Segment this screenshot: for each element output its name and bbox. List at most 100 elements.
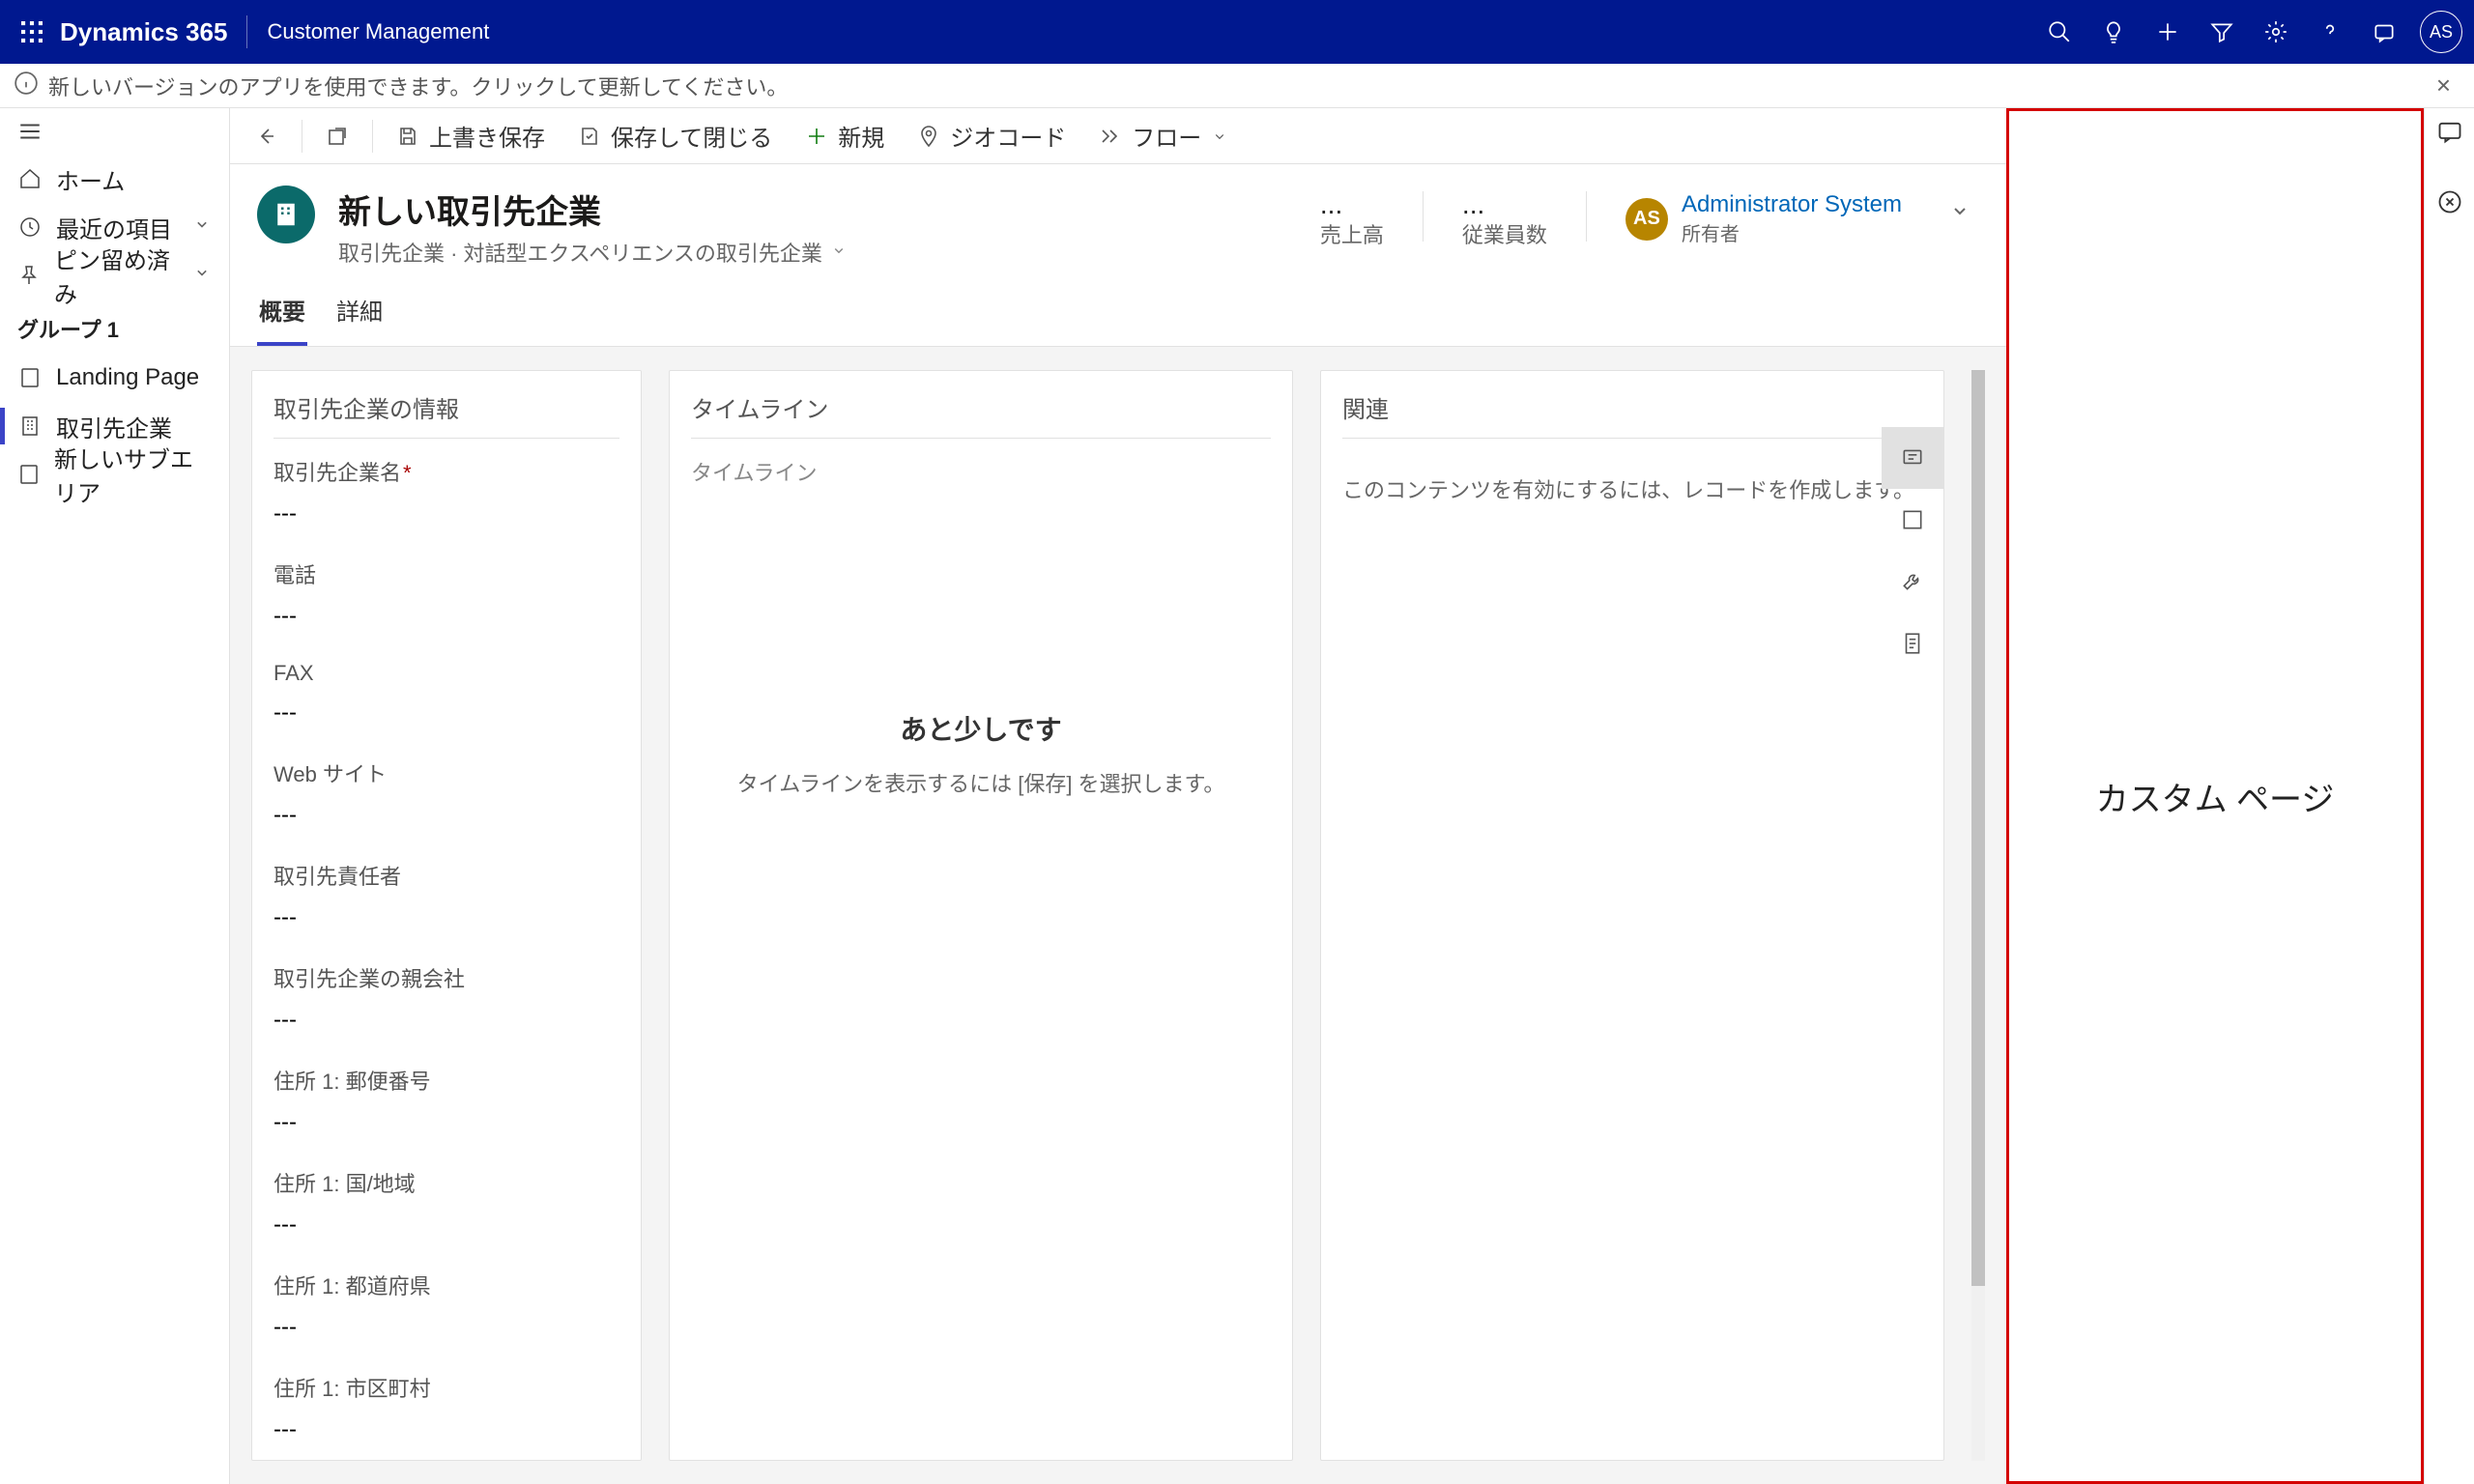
global-navbar: Dynamics 365 Customer Management AS	[0, 0, 2474, 64]
nav-label: ホーム	[56, 162, 125, 196]
rail-assistant-icon[interactable]	[1882, 427, 1943, 489]
side-pane-rail	[2424, 108, 2474, 1484]
field-value[interactable]: ---	[273, 499, 619, 529]
save-button[interactable]: 上書き保存	[383, 115, 559, 157]
form-field[interactable]: 取引先企業の親会社 ---	[273, 962, 619, 1036]
save-close-button[interactable]: 保存して閉じる	[564, 115, 786, 157]
field-value[interactable]: ---	[273, 1005, 619, 1036]
record-header: 新しい取引先企業 取引先企業 · 対話型エクスペリエンスの取引先企業 ... 売…	[230, 164, 2006, 268]
field-label: 取引先企業の親会社	[273, 962, 619, 993]
rail-wrench-icon[interactable]	[1882, 551, 1943, 613]
update-banner[interactable]: 新しいバージョンのアプリを使用できます。クリックして更新してください。 ×	[0, 64, 2474, 108]
save-close-icon	[578, 125, 601, 148]
section-title: タイムライン	[691, 390, 1271, 439]
field-value[interactable]: ---	[273, 800, 619, 831]
app-name: Customer Management	[267, 19, 489, 44]
plus-icon[interactable]	[2143, 8, 2192, 56]
expand-header-button[interactable]	[1941, 191, 1979, 235]
form-field[interactable]: 住所 1: 都道府県---	[273, 1270, 619, 1343]
custom-page-pane: カスタム ページ	[2006, 108, 2424, 1484]
nav-landing-page[interactable]: Landing Page	[0, 354, 229, 402]
app-launcher-icon[interactable]	[12, 12, 52, 52]
lightbulb-icon[interactable]	[2089, 8, 2138, 56]
form-field[interactable]: Web サイト ---	[273, 757, 619, 831]
side-pane-title: カスタム ページ	[2096, 773, 2335, 820]
field-value[interactable]: ---	[273, 601, 619, 632]
field-value[interactable]: ---	[273, 1210, 619, 1241]
nav-pinned[interactable]: ピン留め済み	[0, 251, 229, 300]
pane-close-icon[interactable]	[2436, 188, 2463, 220]
header-stat-revenue: ... 売上高	[1320, 191, 1384, 249]
field-value[interactable]: ---	[273, 1107, 619, 1138]
form-field[interactable]: FAX---	[273, 661, 619, 728]
field-label: 住所 1: 国/地域	[273, 1167, 619, 1198]
chevron-down-icon	[192, 262, 212, 289]
geocode-button[interactable]: ジオコード	[904, 115, 1079, 157]
form-field[interactable]: 取引先責任者 ---	[273, 860, 619, 933]
account-info-section: 取引先企業の情報 取引先企業名---電話---FAX---Web サイト---取…	[251, 370, 642, 1461]
scrollbar-thumb[interactable]	[1971, 370, 1985, 1286]
nav-label: 新しいサブエリア	[54, 441, 212, 508]
chevron-down-icon	[192, 214, 212, 241]
field-label: 取引先企業名	[273, 456, 619, 487]
form-field[interactable]: 住所 1: 市区町村---	[273, 1372, 619, 1445]
field-value[interactable]: ---	[273, 902, 619, 933]
tab-details[interactable]: 詳細	[334, 285, 385, 346]
rail-panel-icon[interactable]	[1882, 489, 1943, 551]
button-label: 新規	[838, 119, 884, 153]
product-brand[interactable]: Dynamics 365	[60, 17, 227, 47]
filter-icon[interactable]	[2198, 8, 2246, 56]
subtitle-text: 取引先企業 · 対話型エクスペリエンスの取引先企業	[338, 237, 822, 268]
site-map: ホーム 最近の項目 ピン留め済み グループ 1 Landing Page 取引先…	[0, 108, 230, 1484]
pane-chat-icon[interactable]	[2436, 118, 2463, 150]
timeline-empty-state: あと少しです タイムラインを表示するには [保存] を選択します。	[691, 709, 1271, 798]
flow-icon	[1099, 125, 1122, 148]
separator	[372, 120, 373, 153]
nav-home[interactable]: ホーム	[0, 155, 229, 203]
form-field[interactable]: 住所 1: 国/地域 ---	[273, 1167, 619, 1241]
divider	[246, 15, 247, 48]
building-icon	[17, 414, 43, 439]
new-button[interactable]: 新規	[791, 115, 898, 157]
nav-label: 最近の項目	[56, 211, 172, 244]
close-icon[interactable]: ×	[2427, 71, 2460, 100]
hamburger-icon[interactable]	[0, 108, 229, 155]
related-section: 関連 このコンテンツを有効にするには、レコードを作成します。	[1320, 370, 1944, 1461]
main-content: 上書き保存 保存して閉じる 新規 ジオコード フロー	[230, 108, 2006, 1484]
form-field[interactable]: 電話---	[273, 558, 619, 632]
help-icon[interactable]	[2306, 8, 2354, 56]
popout-icon	[326, 125, 349, 148]
owner-block[interactable]: AS Administrator System 所有者	[1625, 191, 1902, 246]
flow-button[interactable]: フロー	[1085, 115, 1242, 157]
form-field[interactable]: 住所 1: 郵便番号---	[273, 1065, 619, 1138]
field-label: Web サイト	[273, 757, 619, 788]
nav-label: 取引先企業	[56, 410, 172, 443]
form-field[interactable]: 取引先企業名 ---	[273, 456, 619, 529]
button-label: フロー	[1132, 119, 1201, 153]
entity-icon	[257, 186, 315, 243]
user-avatar[interactable]: AS	[2420, 11, 2462, 53]
field-label: 取引先責任者	[273, 860, 619, 891]
field-value[interactable]: ---	[273, 698, 619, 728]
separator	[1423, 191, 1424, 242]
search-icon[interactable]	[2035, 8, 2084, 56]
empty-title: あと少しです	[691, 709, 1271, 748]
field-value[interactable]: ---	[273, 1312, 619, 1343]
plus-icon	[805, 125, 828, 148]
open-new-window-button[interactable]	[312, 115, 362, 157]
back-button[interactable]	[242, 115, 292, 157]
scrollbar[interactable]	[1971, 370, 1985, 1461]
info-icon	[14, 71, 39, 101]
side-pane-area: カスタム ページ	[2006, 108, 2474, 1484]
pin-icon	[17, 263, 41, 288]
assistant-icon[interactable]	[2360, 8, 2408, 56]
nav-new-subarea[interactable]: 新しいサブエリア	[0, 450, 229, 499]
related-message: このコンテンツを有効にするには、レコードを作成します。	[1342, 456, 1922, 522]
tab-summary[interactable]: 概要	[257, 285, 307, 346]
timeline-subheader: タイムライン	[691, 456, 1271, 497]
rail-doc-icon[interactable]	[1882, 613, 1943, 674]
gear-icon[interactable]	[2252, 8, 2300, 56]
stat-label: 従業員数	[1462, 218, 1547, 249]
record-subtitle[interactable]: 取引先企業 · 対話型エクスペリエンスの取引先企業	[338, 237, 1297, 268]
field-value[interactable]: ---	[273, 1414, 619, 1445]
